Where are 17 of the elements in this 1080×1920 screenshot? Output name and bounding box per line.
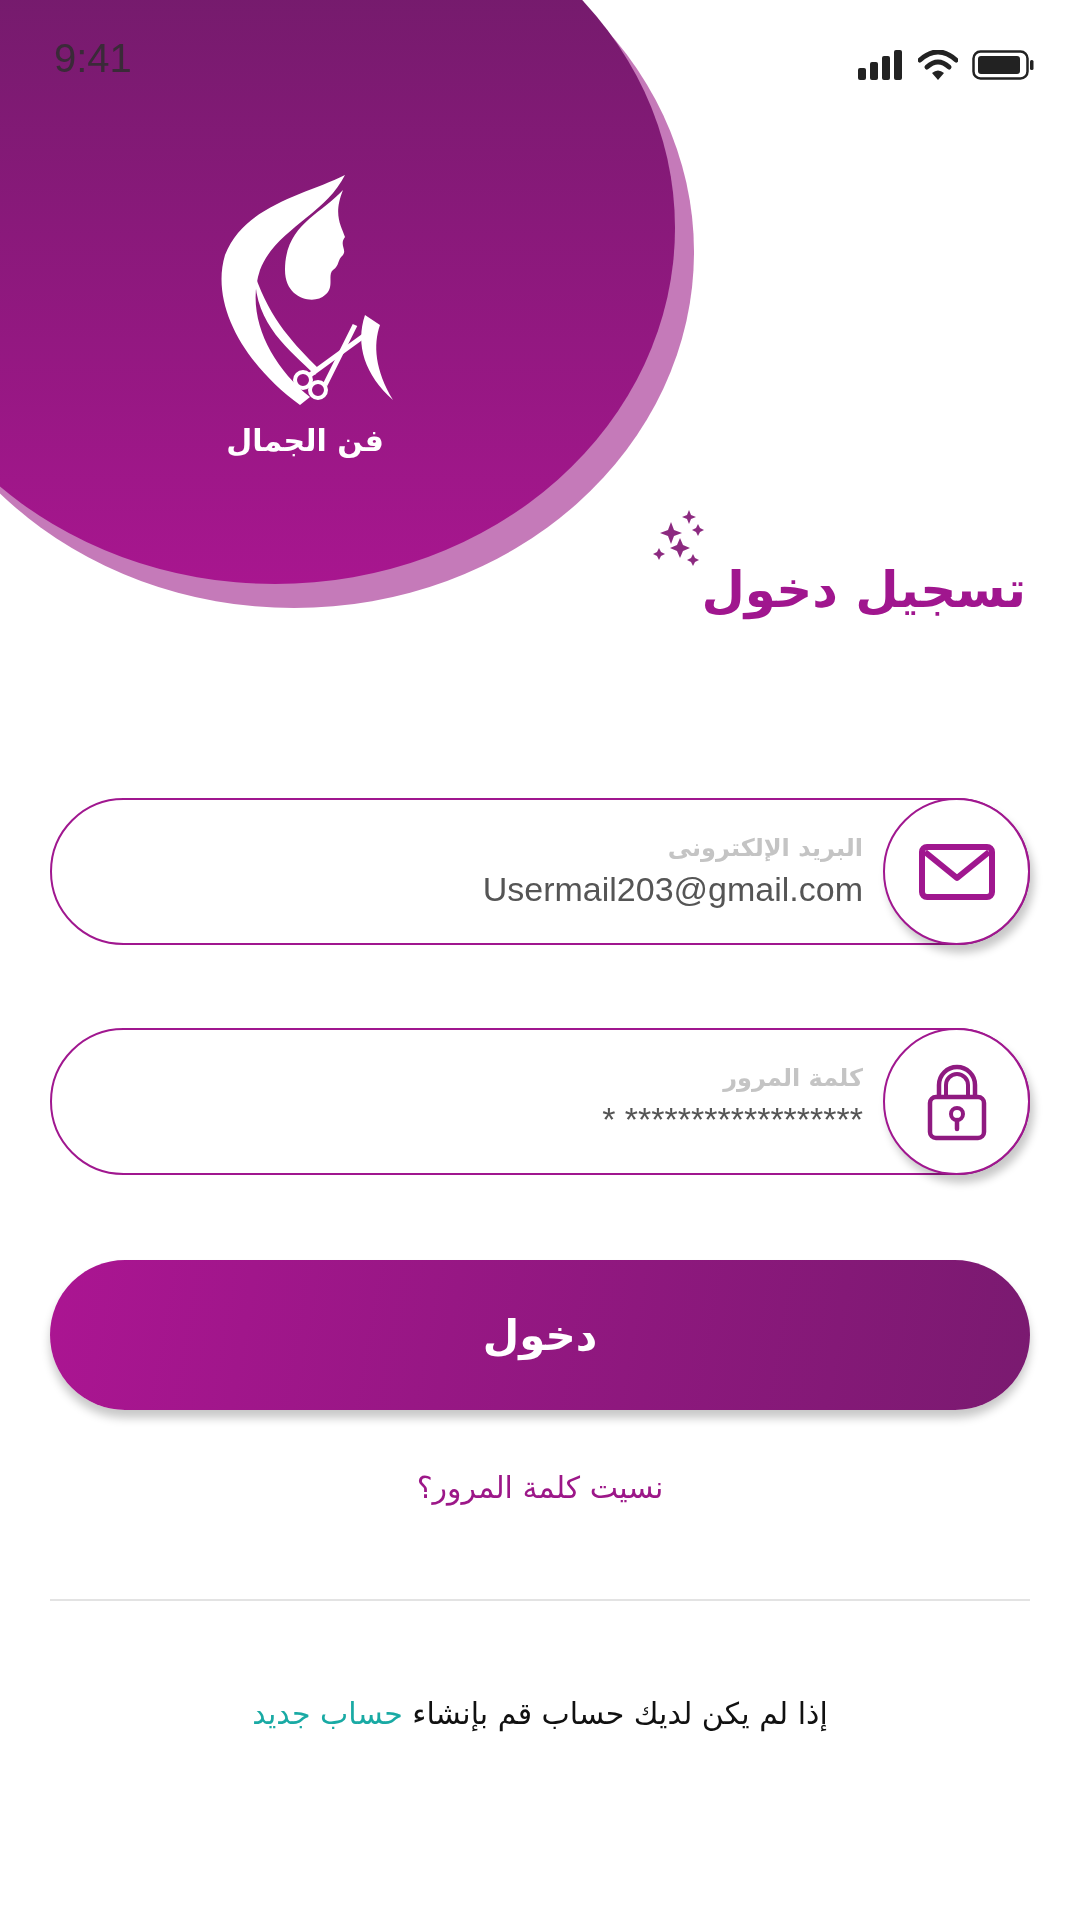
signal-icon bbox=[858, 50, 904, 80]
sparkles-icon bbox=[653, 510, 706, 566]
field-value: Usermail203@gmail.com bbox=[482, 870, 863, 909]
field-label: البريد الإلكترونى bbox=[667, 834, 863, 862]
field-value: * ****************** bbox=[602, 1100, 863, 1139]
forgot-password-link[interactable]: نسيت كلمة المرور؟ bbox=[416, 1470, 664, 1505]
password-field[interactable]: كلمة المرور * ****************** bbox=[50, 1028, 1030, 1175]
wifi-icon bbox=[918, 50, 958, 80]
status-time: 9:41 bbox=[54, 35, 132, 81]
envelope-icon bbox=[916, 841, 997, 902]
brand-name: فن الجمال bbox=[226, 423, 384, 458]
login-button[interactable]: دخول bbox=[50, 1260, 1030, 1410]
page-title: تسجيل دخول bbox=[701, 561, 1026, 619]
field-label: كلمة المرور bbox=[723, 1064, 863, 1092]
battery-icon bbox=[972, 50, 1034, 80]
padlock-icon bbox=[926, 1062, 987, 1141]
signup-prompt: إذا لم يكن لديك حساب قم بإنشاء حساب جديد bbox=[252, 1696, 828, 1731]
